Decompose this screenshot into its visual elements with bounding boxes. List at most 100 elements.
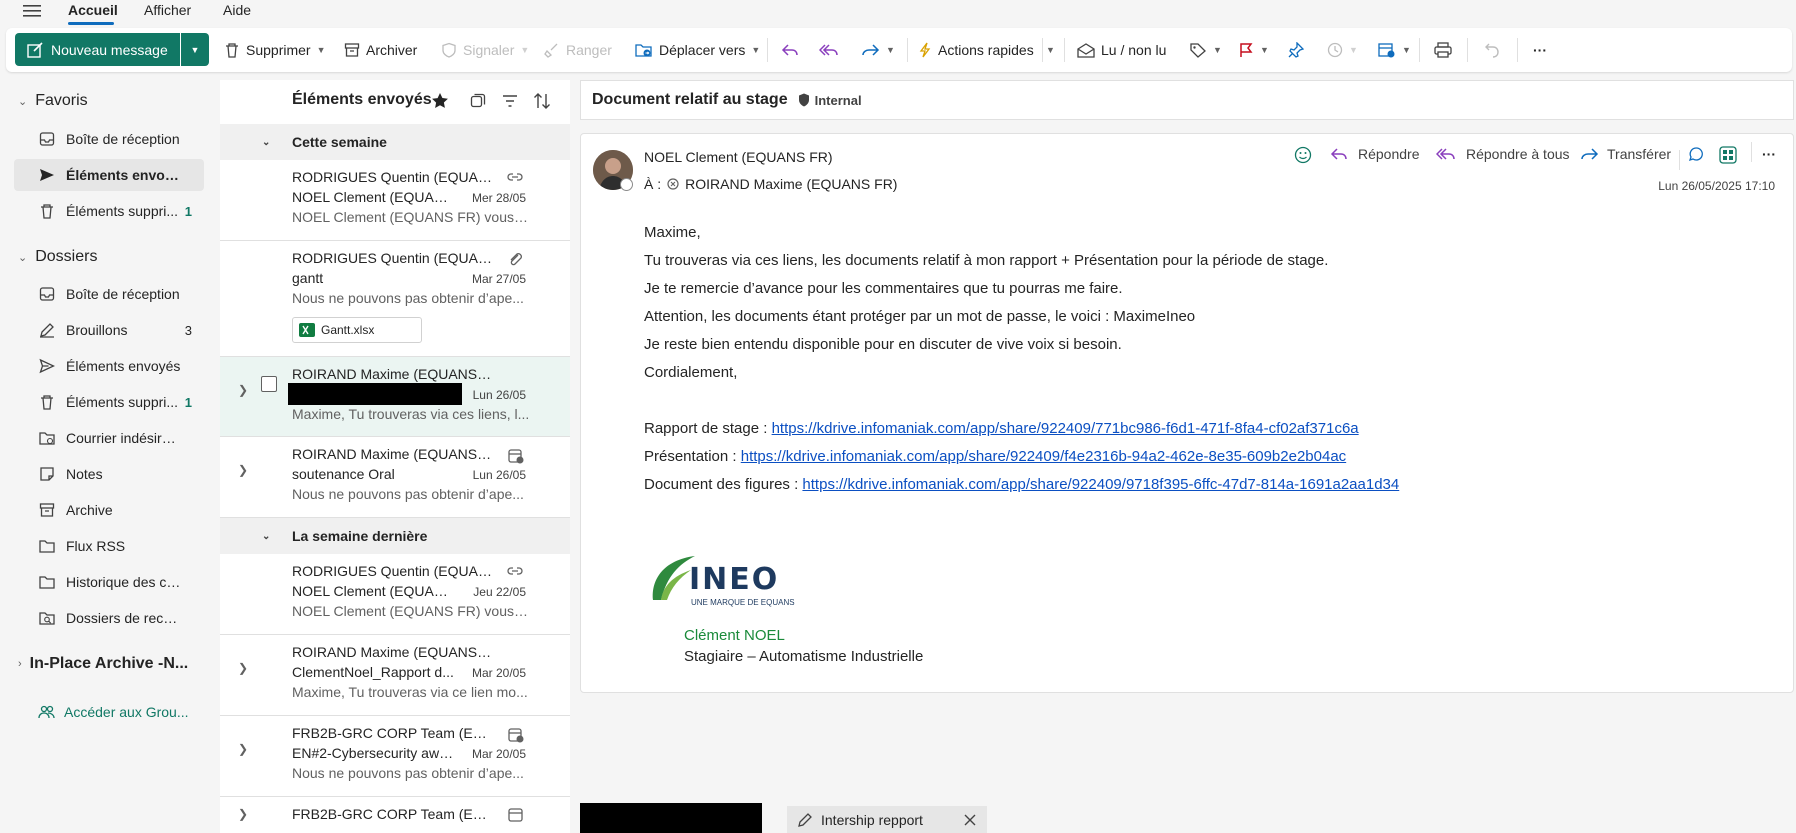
sidebar-item-drafts[interactable]: Brouillons 3 (14, 314, 204, 346)
hamburger-menu-icon[interactable] (23, 4, 41, 18)
move-folder-icon (635, 44, 652, 57)
message-date: Mar 20/05 (471, 747, 526, 761)
chat-button[interactable] (1688, 146, 1704, 162)
categorize-button[interactable]: ▼ (1189, 28, 1222, 72)
sort-icon[interactable] (533, 92, 551, 110)
undo-button[interactable] (1484, 28, 1500, 72)
message-date: Mar 20/05 (471, 666, 526, 680)
draft-tab[interactable]: Intership repport (787, 806, 987, 833)
print-button[interactable] (1434, 28, 1452, 72)
body-line: Tu trouveras via ces liens, les document… (644, 252, 1329, 269)
group-header-last-week[interactable]: ⌄ La semaine dernière (220, 518, 570, 554)
favorite-star-icon[interactable] (431, 92, 449, 110)
group-header-this-week[interactable]: ⌄ Cette semaine (220, 124, 570, 160)
message-sender: FRB2B-GRC CORP Team (EQU... (292, 725, 492, 741)
message-sender: ROIRAND Maxime (EQUANS FR) (292, 366, 492, 382)
groups-link[interactable]: Accéder aux Grou... (38, 704, 189, 720)
sidebar-item-junk[interactable]: Courrier indésirable (14, 422, 204, 454)
chevron-right-icon[interactable]: ❯ (238, 807, 248, 821)
in-place-archive-header[interactable]: › In-Place Archive -N... (18, 655, 188, 673)
top-menu-bar: Accueil Afficher Aide (0, 0, 1796, 26)
signature-title: Stagiaire – Automatisme Industrielle (684, 648, 924, 665)
chevron-down-icon: ▼ (751, 45, 761, 55)
list-item[interactable]: RODRIGUES Quentin (EQUAN... NOEL Clement… (220, 554, 570, 635)
toolbar-divider (907, 38, 908, 62)
more-actions-button[interactable]: ··· (1762, 146, 1776, 162)
archive-button[interactable]: Archiver (344, 28, 417, 72)
forward-action[interactable]: Transférer (1579, 146, 1671, 162)
sidebar-item-fav-sent[interactable]: Éléments envoyés (14, 159, 204, 191)
list-item-selected[interactable]: ❯ ROIRAND Maxime (EQUANS FR) Lun 26/05 M… (220, 357, 570, 437)
close-icon[interactable] (963, 813, 977, 827)
pin-button[interactable] (1288, 28, 1304, 72)
list-item[interactable]: RODRIGUES Quentin (EQUAN... gantt Mar 27… (220, 241, 570, 357)
sidebar-item-deleted[interactable]: Éléments suppri... 1 (14, 386, 204, 418)
quick-actions-button[interactable]: Actions rapides (918, 28, 1034, 72)
filter-icon[interactable] (502, 93, 518, 109)
report-button[interactable]: Signaler ▼ (441, 28, 529, 72)
tab-accueil[interactable]: Accueil (68, 2, 118, 18)
list-item[interactable]: ❯ FRB2B-GRC CORP Team (EQU... EN#2-Cyber… (220, 716, 570, 797)
message-checkbox[interactable] (261, 376, 277, 392)
tab-aide[interactable]: Aide (223, 2, 251, 18)
message-sender: FRB2B-GRC CORP Team (EQU... (292, 806, 492, 822)
sidebar-item-label: Flux RSS (66, 538, 126, 554)
reply-all-action[interactable]: Répondre à tous (1436, 146, 1570, 162)
sidebar-item-sent[interactable]: Éléments envoyés (14, 350, 204, 382)
shield-icon (442, 42, 456, 58)
toolbar-divider (1467, 38, 1468, 62)
chevron-right-icon[interactable]: ❯ (238, 383, 248, 397)
chevron-right-icon[interactable]: ❯ (238, 463, 248, 477)
recipient-name[interactable]: ROIRAND Maxime (EQUANS FR) (685, 176, 897, 192)
sidebar-item-inbox[interactable]: Boîte de réception (14, 278, 204, 310)
new-message-button[interactable]: Nouveau message (15, 33, 180, 66)
report-link[interactable]: https://kdrive.infomaniak.com/app/share/… (772, 420, 1359, 437)
apps-button[interactable] (1719, 146, 1737, 164)
sensitivity-label[interactable]: Internal (798, 93, 862, 108)
list-item[interactable]: ❯ FRB2B-GRC CORP Team (EQU... (220, 797, 570, 833)
flag-button[interactable]: ▼ (1238, 28, 1269, 72)
broom-icon (544, 43, 558, 58)
favorites-header[interactable]: ⌄ Favoris (18, 92, 88, 110)
link-label: Document des figures : (644, 476, 803, 493)
chevron-down-icon: ▼ (1260, 45, 1269, 55)
sidebar-item-archive[interactable]: Archive (14, 494, 204, 526)
reaction-button[interactable] (1294, 146, 1312, 164)
folders-header[interactable]: ⌄ Dossiers (18, 248, 97, 266)
reply-action[interactable]: Répondre (1330, 146, 1420, 162)
delete-button[interactable]: Supprimer ▼ (224, 28, 326, 72)
tab-afficher[interactable]: Afficher (144, 2, 191, 18)
people-icon (38, 705, 55, 719)
sender-name[interactable]: NOEL Clement (EQUANS FR) (644, 149, 833, 165)
move-to-button[interactable]: Déplacer vers ▼ (635, 28, 760, 72)
new-message-dropdown[interactable]: ▼ (181, 33, 209, 66)
rules-button[interactable]: ▼ (1378, 28, 1411, 72)
attachment-chip[interactable]: Gantt.xlsx (292, 317, 422, 343)
message-date: Mer 28/05 (471, 191, 526, 205)
select-icon[interactable] (470, 93, 486, 109)
sidebar-item-search-folders[interactable]: Dossiers de recher... (14, 602, 204, 634)
more-options-button[interactable]: ··· (1533, 28, 1547, 72)
sidebar-item-fav-deleted[interactable]: Éléments suppri... 1 (14, 195, 204, 227)
quick-actions-dropdown[interactable]: ▼ (1046, 28, 1055, 72)
sweep-button[interactable]: Ranger (544, 28, 612, 72)
list-item[interactable]: ❯ ROIRAND Maxime (EQUANS FR) ClementNoel… (220, 635, 570, 716)
figures-link[interactable]: https://kdrive.infomaniak.com/app/share/… (802, 476, 1399, 493)
read-unread-button[interactable]: Lu / non lu (1077, 28, 1166, 72)
list-item[interactable]: RODRIGUES Quentin (EQUAN... NOEL Clement… (220, 160, 570, 241)
chevron-right-icon[interactable]: ❯ (238, 742, 248, 756)
redacted-tab[interactable] (580, 803, 762, 833)
sidebar-item-rss[interactable]: Flux RSS (14, 530, 204, 562)
forward-button[interactable]: ▼ (860, 28, 895, 72)
list-item[interactable]: ❯ ROIRAND Maxime (EQUANS FR) soutenance … (220, 437, 570, 518)
message-preview: Nous ne pouvons pas obtenir d’ape... (292, 765, 524, 781)
presentation-link[interactable]: https://kdrive.infomaniak.com/app/share/… (741, 448, 1346, 465)
reply-all-button[interactable] (819, 28, 841, 72)
email-subject: Document relatif au stage (592, 91, 788, 108)
sidebar-item-fav-inbox[interactable]: Boîte de réception (14, 123, 204, 155)
reply-button[interactable] (781, 28, 801, 72)
sidebar-item-notes[interactable]: Notes (14, 458, 204, 490)
snooze-button[interactable]: ▼ (1327, 28, 1358, 72)
chevron-right-icon[interactable]: ❯ (238, 661, 248, 675)
sidebar-item-history[interactable]: Historique des con... (14, 566, 204, 598)
